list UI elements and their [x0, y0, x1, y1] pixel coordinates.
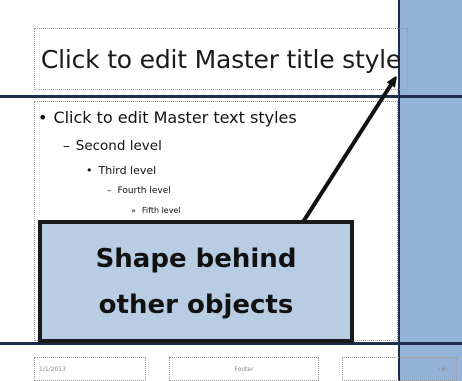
callout-box[interactable]: Shape behind other objects	[38, 220, 354, 343]
callout-line-1: Shape behind	[95, 243, 297, 274]
slide-master-canvas: Click to edit Master title style • Click …	[0, 0, 462, 381]
arrow-line	[301, 80, 394, 224]
callout-line-2: other objects	[98, 289, 294, 320]
